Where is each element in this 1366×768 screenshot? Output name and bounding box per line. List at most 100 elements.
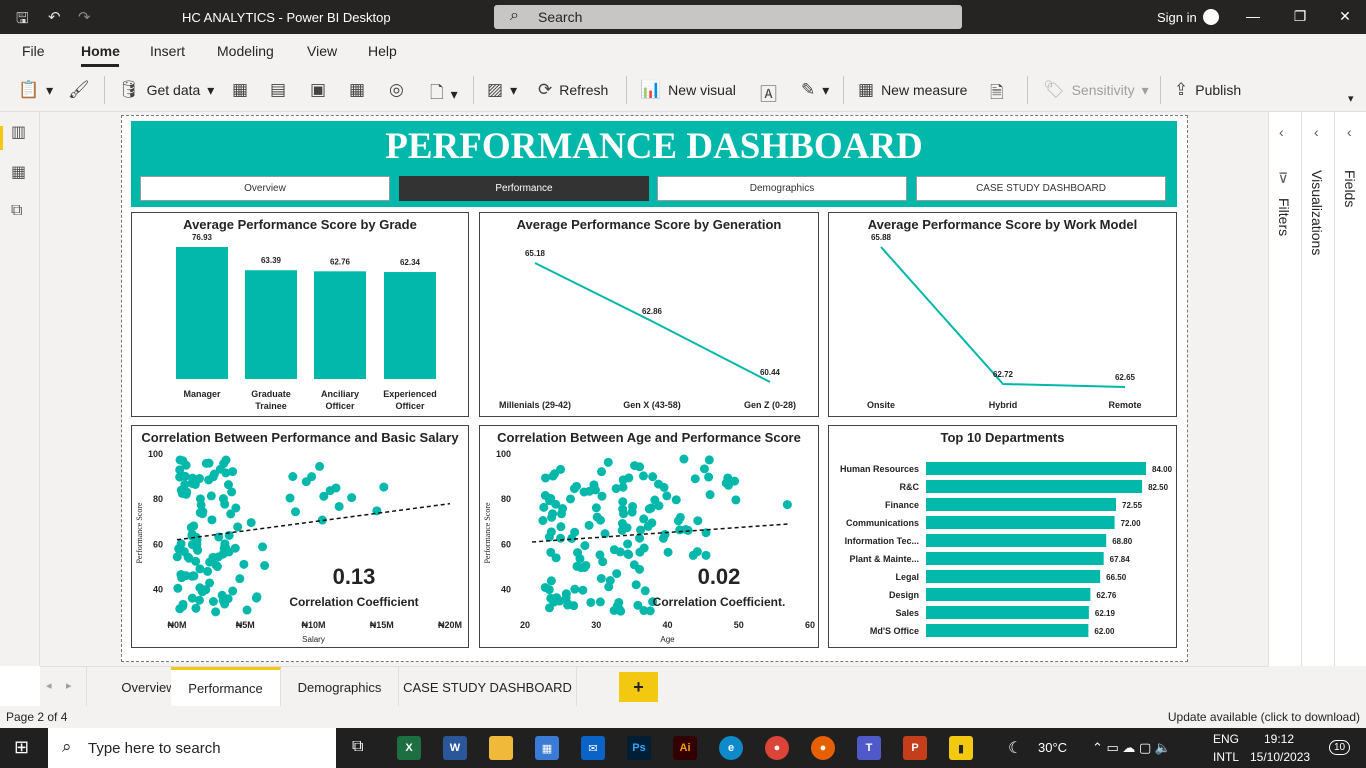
windows-start-icon[interactable]: ⊞ [14,737,29,758]
age-correlation-card[interactable]: Correlation Between Age and Performance … [479,425,819,648]
mail-app-icon[interactable]: ✉ [581,736,605,760]
dashboard-header: PERFORMANCE DASHBOARD Overview Performan… [131,121,1177,207]
menu-insert[interactable]: Insert [150,43,185,59]
page-tab-performance[interactable]: Performance [171,667,281,707]
menu-help[interactable]: Help [368,43,397,59]
text-box-button[interactable]: 🄰 [760,80,777,105]
update-link[interactable]: Update available (click to download) [1168,710,1360,724]
scatter-point [556,464,566,474]
account-avatar[interactable] [1203,9,1219,25]
data-label: 82.50 [1148,483,1169,492]
minimize-icon[interactable]: — [1243,8,1263,24]
data-label: 72.00 [1121,519,1142,528]
menu-home[interactable]: Home [81,43,120,59]
sources-icon: ◎ [389,80,404,99]
workmodel-chart-card[interactable]: Average Performance Score by Work Model … [828,212,1177,417]
edge-app-icon[interactable]: e [719,736,743,760]
clock-time[interactable]: 19:12 [1264,732,1294,746]
more-visuals-button[interactable]: ✎ ▾ [801,80,829,100]
nav-demographics-button[interactable]: Demographics [657,176,907,201]
salary-correlation-card[interactable]: Correlation Between Performance and Basi… [131,425,469,648]
nav-overview-button[interactable]: Overview [140,176,390,201]
recent-sources-button[interactable]: 🗋 ▾ [430,80,458,109]
tray-icons[interactable]: ⌃ ▭ ☁ ▢ 🔈 [1092,740,1171,756]
sign-in-link[interactable]: Sign in [1157,10,1197,25]
ribbon: 📋 ▾ 🖌 🛢 Get data ▾ ▦ ▤ ▣ ▦ ◎ 🗋 ▾ ▨ ▾ ⟳ Refresh… [0,68,1366,112]
redo-icon[interactable]: ↷ [78,8,91,26]
nav-case-study-button[interactable]: CASE STUDY DASHBOARD [916,176,1166,201]
powerbi-app-icon[interactable]: ▮ [949,736,973,760]
grade-bar-chart: 76.93 Manager 63.39 Graduate Trainee 62.76 Anc… [176,233,437,411]
illustrator-app-icon[interactable]: Ai [673,736,697,760]
prev-page-icon[interactable]: ◂ [46,679,52,692]
dataset-button[interactable]: ▤ [270,80,286,100]
photoshop-app-icon[interactable]: Ps [627,736,651,760]
store-app-icon[interactable]: ▦ [535,736,559,760]
menu-modeling[interactable]: Modeling [217,43,274,59]
new-measure-button[interactable]: ▦ New measure [858,80,967,100]
close-icon[interactable]: ✕ [1335,8,1355,25]
excel-app-icon[interactable]: X [397,736,421,760]
undo-icon[interactable]: ↶ [48,8,61,26]
language-line1[interactable]: ENG [1213,732,1239,746]
get-data-label: Get data [146,82,201,98]
fields-pane[interactable]: ‹ Fields [1334,112,1366,666]
scatter-point [663,547,673,557]
correlation-label: Correlation Coefficient [289,595,418,609]
restore-icon[interactable]: ❐ [1290,8,1310,25]
notification-badge[interactable]: 10 [1329,740,1351,755]
word-app-icon[interactable]: W [443,736,467,760]
filters-pane[interactable]: ‹ ⊽ Filters [1269,112,1301,666]
visualizations-pane[interactable]: ‹ Visualizations [1301,112,1334,666]
report-view-icon[interactable]: ▥ [11,122,26,142]
taskbar-search[interactable]: ⌕ Type here to search [48,728,336,768]
scatter-point [693,516,703,526]
file-explorer-icon[interactable] [489,736,513,760]
quick-measure-button[interactable]: 🗎 [990,80,1004,109]
transform-button[interactable]: ▨ ▾ [487,80,517,100]
generation-chart-card[interactable]: Average Performance Score by Generation … [479,212,819,417]
new-visual-button[interactable]: 📊 New visual [640,80,736,100]
add-page-button[interactable]: + [619,672,658,702]
chevron-left-icon[interactable]: ‹ [1314,124,1319,140]
scatter-point [565,494,575,504]
publish-button[interactable]: ⇪ Publish [1174,80,1241,100]
clock-date[interactable]: 15/10/2023 [1250,750,1310,764]
departments-card[interactable]: Top 10 Departments 84.00 Human Resources 8… [828,425,1177,648]
department-bar [926,588,1091,601]
menu-view[interactable]: View [307,43,337,59]
refresh-button[interactable]: ⟳ Refresh [538,80,608,100]
grade-chart-card[interactable]: Average Performance Score by Grade 76.93… [131,212,469,417]
chevron-left-icon[interactable]: ‹ [1347,124,1352,140]
model-view-icon[interactable]: ⧉ [11,202,22,220]
page-tab-demographics[interactable]: Demographics [281,667,399,707]
teams-app-icon[interactable]: T [857,736,881,760]
pane-footer [1268,666,1366,706]
menu-file[interactable]: File [22,43,45,59]
weather-icon[interactable]: ☾ [1008,738,1022,758]
chevron-left-icon[interactable]: ‹ [1279,124,1284,140]
excel-button[interactable]: ▦ [232,80,248,100]
sources-button[interactable]: ◎ [389,80,404,100]
sensitivity-button[interactable]: 🏷 Sensitivity ▾ [1043,80,1149,100]
firefox-app-icon[interactable]: ● [811,736,835,760]
language-line2[interactable]: INTL [1213,750,1239,764]
weather-temp[interactable]: 30°C [1038,740,1067,755]
task-view-icon[interactable]: ⧉ [352,738,363,756]
page-tab-case-study[interactable]: CASE STUDY DASHBOARD [399,667,577,707]
collapse-ribbon-icon[interactable]: ▾ [1348,92,1354,105]
chrome-app-icon[interactable]: ● [765,736,789,760]
search-box[interactable]: ⌕ Search [494,5,962,29]
nav-performance-button[interactable]: Performance [399,176,649,201]
dataverse-button[interactable]: ▣ [310,80,326,100]
table-view-icon[interactable]: ▦ [11,162,26,182]
get-data-button[interactable]: 🛢 Get data ▾ [118,80,214,100]
enter-data-button[interactable]: ▦ [349,80,365,100]
paste-button[interactable]: 📋 ▾ [18,80,53,100]
next-page-icon[interactable]: ▸ [66,679,72,692]
save-icon[interactable]: 🖫 [16,8,29,33]
format-painter-button[interactable]: 🖌 [68,80,90,100]
powerpoint-app-icon[interactable]: P [903,736,927,760]
publish-label: Publish [1195,82,1242,98]
data-label: 65.88 [871,233,892,242]
